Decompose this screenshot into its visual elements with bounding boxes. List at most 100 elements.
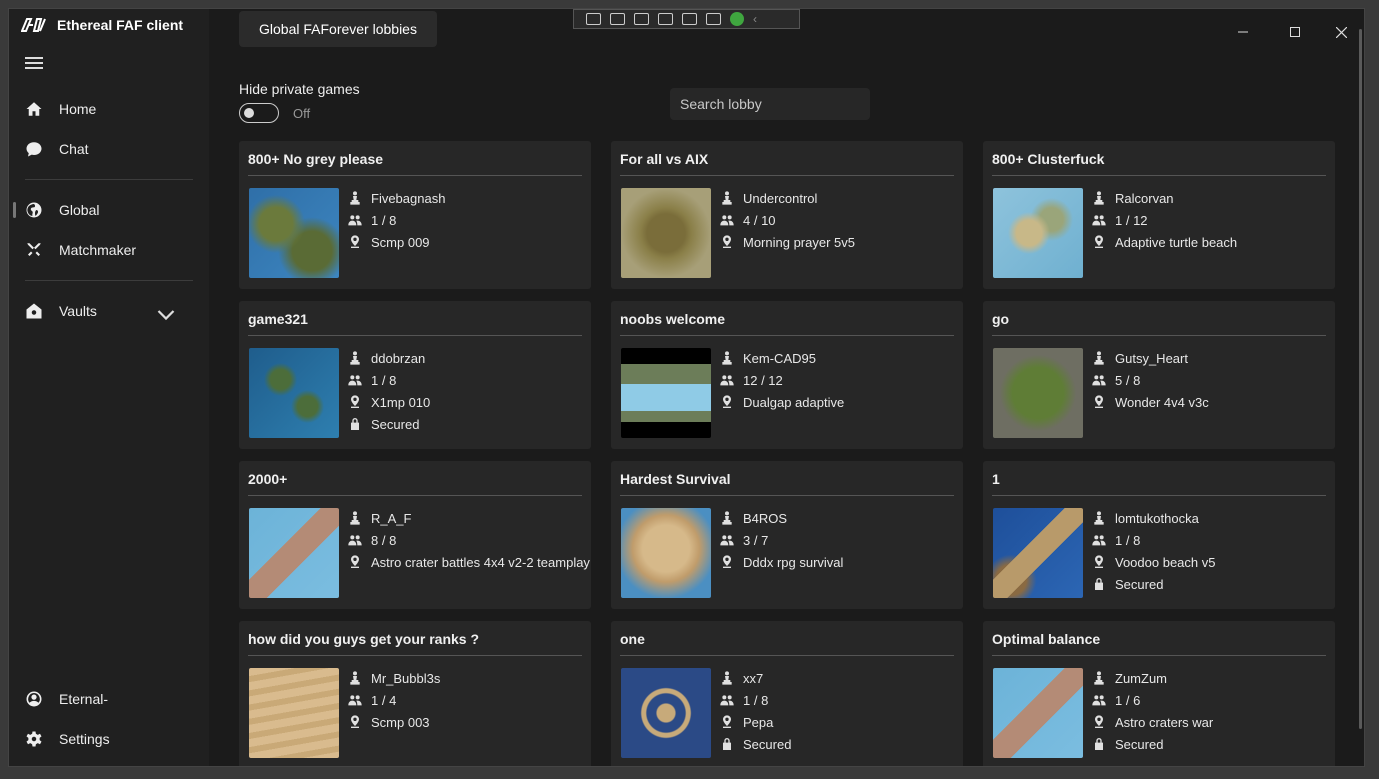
maximize-button[interactable]	[1272, 17, 1318, 47]
lobby-secured: Secured	[1091, 573, 1215, 595]
map-thumbnail	[249, 348, 339, 438]
lobby-details: Kem-CAD95 12 / 12 Dualgap adaptive	[719, 347, 844, 413]
frame-icon[interactable]	[658, 13, 673, 25]
player-count: 1 / 8	[743, 692, 769, 708]
player-count: 3 / 7	[743, 532, 769, 548]
lobby-card[interactable]: For all vs AIX Undercontrol 4 / 10 Morning …	[611, 141, 963, 289]
sidebar-item-vaults[interactable]: Vaults	[9, 293, 209, 329]
lobby-title: how did you guys get your ranks ?	[248, 631, 480, 647]
app-brand: Ethereal FAF client	[21, 17, 183, 33]
card-divider	[992, 335, 1326, 336]
lobby-players: 4 / 10	[719, 209, 855, 231]
lobby-players: 12 / 12	[719, 369, 844, 391]
minimize-button[interactable]	[1220, 17, 1266, 47]
lobby-card[interactable]: one xx7 1 / 8 Pepa Secured	[611, 621, 963, 766]
toolbar-tool-icon[interactable]	[586, 13, 601, 25]
host-name: B4ROS	[743, 510, 788, 526]
map-name: Scmp 003	[371, 714, 430, 730]
pointer-icon[interactable]	[682, 13, 697, 25]
host-pawn-icon	[350, 191, 360, 205]
host-pawn-icon	[350, 671, 360, 685]
sidebar-item-settings[interactable]: Settings	[9, 721, 209, 757]
lobby-players: 1 / 4	[347, 689, 440, 711]
lobby-players: 1 / 8	[719, 689, 791, 711]
lobby-card[interactable]: 2000+ R_A_F 8 / 8 Astro crater battles 4x4 …	[239, 461, 591, 609]
host-pawn-icon	[1094, 191, 1104, 205]
players-icon	[720, 375, 734, 386]
lobby-host: ZumZum	[1091, 667, 1213, 689]
lobby-title: noobs welcome	[620, 311, 726, 327]
players-icon	[1092, 375, 1106, 386]
lobby-map: Astro craters war	[1091, 711, 1213, 733]
lobby-card[interactable]: noobs welcome Kem-CAD95 12 / 12 Dualgap ada…	[611, 301, 963, 449]
map-thumbnail	[993, 668, 1083, 758]
lobby-map: Dualgap adaptive	[719, 391, 844, 413]
sidebar-item-label: Vaults	[59, 303, 97, 319]
lobby-card[interactable]: Hardest Survival B4ROS 3 / 7 Dddx rpg survi…	[611, 461, 963, 609]
lobby-host: Undercontrol	[719, 187, 855, 209]
sidebar-item-global[interactable]: Global	[9, 192, 209, 228]
home-icon	[26, 102, 42, 116]
host-pawn-icon	[350, 351, 360, 365]
chat-icon	[26, 142, 42, 157]
lobby-host: ddobrzan	[347, 347, 430, 369]
lobby-card[interactable]: 800+ No grey please Fivebagnash 1 / 8 Scmp …	[239, 141, 591, 289]
player-count: 1 / 8	[1115, 532, 1141, 548]
lobby-card[interactable]: go Gutsy_Heart 5 / 8 Wonder 4v4 v3c	[983, 301, 1335, 449]
lobby-details: Ralcorvan 1 / 12 Adaptive turtle beach	[1091, 187, 1237, 253]
sidebar-item-label: Chat	[59, 141, 89, 157]
map-name: Wonder 4v4 v3c	[1115, 394, 1209, 410]
secured-label: Secured	[1115, 736, 1164, 752]
sidebar-item-chat[interactable]: Chat	[9, 131, 209, 167]
tab-global-lobbies[interactable]: Global FAForever lobbies	[239, 11, 437, 47]
map-name: Astro craters war	[1115, 714, 1214, 730]
map-pin-icon	[351, 715, 359, 728]
record-icon[interactable]	[610, 13, 625, 25]
lobby-secured: Secured	[1091, 733, 1213, 755]
lobby-players: 1 / 12	[1091, 209, 1237, 231]
players-icon	[348, 375, 362, 386]
select-icon[interactable]	[634, 13, 649, 25]
faf-logo-icon	[21, 18, 46, 32]
lobby-map: Astro crater battles 4x4 v2-2 teamplay	[347, 551, 590, 573]
map-name: Dualgap adaptive	[743, 394, 845, 410]
player-count: 8 / 8	[371, 532, 397, 548]
sidebar-item-matchmaker[interactable]: Matchmaker	[9, 232, 209, 268]
menu-toggle-icon[interactable]	[25, 57, 43, 71]
crossed-swords-icon	[27, 243, 41, 256]
lobby-details: Gutsy_Heart 5 / 8 Wonder 4v4 v3c	[1091, 347, 1209, 413]
host-pawn-icon	[1094, 671, 1104, 685]
chevron-down-icon[interactable]	[157, 305, 175, 323]
player-count: 4 / 10	[743, 212, 776, 228]
lobby-map: Scmp 009	[347, 231, 445, 253]
players-icon	[348, 695, 362, 706]
lobby-card[interactable]: Optimal balance ZumZum 1 / 6 Astro craters …	[983, 621, 1335, 766]
gear-icon	[26, 731, 42, 747]
card-divider	[620, 175, 954, 176]
check-icon[interactable]	[730, 12, 744, 26]
map-thumbnail	[993, 508, 1083, 598]
lobby-card[interactable]: game321 ddobrzan 1 / 8 X1mp 010 Secured	[239, 301, 591, 449]
lobby-host: Gutsy_Heart	[1091, 347, 1209, 369]
lobby-host: lomtukothocka	[1091, 507, 1215, 529]
lobby-title: game321	[248, 311, 308, 327]
scrollbar[interactable]	[1359, 29, 1362, 729]
sidebar-item-home[interactable]: Home	[9, 91, 209, 127]
lobby-card[interactable]: 1 lomtukothocka 1 / 8 Voodoo beach v5 Secure…	[983, 461, 1335, 609]
map-thumbnail	[621, 508, 711, 598]
debug-toolbar: ‹	[573, 9, 800, 29]
sidebar-item-account[interactable]: Eternal-	[9, 681, 209, 717]
close-button[interactable]	[1318, 17, 1364, 47]
hide-private-toggle[interactable]	[239, 103, 279, 123]
host-name: lomtukothocka	[1115, 510, 1199, 526]
player-count: 5 / 8	[1115, 372, 1141, 388]
host-name: Fivebagnash	[371, 190, 446, 206]
search-lobby-input[interactable]	[670, 88, 870, 120]
lobby-players: 1 / 6	[1091, 689, 1213, 711]
collapse-icon[interactable]: ‹	[753, 12, 757, 26]
lobby-card[interactable]: how did you guys get your ranks ? Mr_Bubb…	[239, 621, 591, 766]
sidebar: Ethereal FAF client Home Chat Global Mat…	[9, 9, 209, 766]
hot-reload-icon[interactable]	[706, 13, 721, 25]
lobby-card[interactable]: 800+ Clusterfuck Ralcorvan 1 / 12 Adaptive …	[983, 141, 1335, 289]
host-name: R_A_F	[371, 510, 412, 526]
